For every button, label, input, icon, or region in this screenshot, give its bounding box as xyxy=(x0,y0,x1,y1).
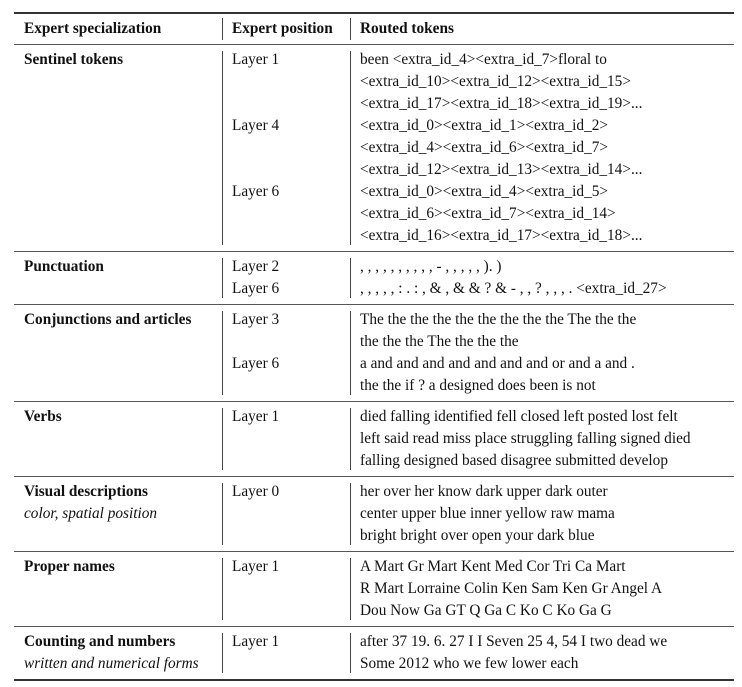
specialization-subtitle: written and numerical forms xyxy=(24,655,199,672)
specialization-cell: Punctuation xyxy=(14,252,222,304)
expert-layer-label: Layer 1 xyxy=(232,408,280,425)
routed-token-line: <extra_id_0><extra_id_1><extra_id_2> xyxy=(360,117,609,134)
expert-layer-label: Layer 6 xyxy=(232,183,280,200)
routed-tokens-cell: died falling identified fell closed left… xyxy=(350,402,734,476)
routed-token-line: R Mart Lorraine Colin Ken Sam Ken Gr Ang… xyxy=(360,580,663,597)
specialization-cell: Conjunctions and articles xyxy=(14,305,222,401)
routed-tokens-cell: her over her know dark upper dark outer c… xyxy=(350,477,734,551)
header-expert-specialization: Expert specialization xyxy=(24,20,162,37)
routed-token-line: <extra_id_4><extra_id_6><extra_id_7> xyxy=(360,139,609,156)
routed-token-line: <extra_id_17><extra_id_18><extra_id_19>.… xyxy=(360,95,643,112)
routed-tokens-cell: , , , , , , , , , , - , , , , , ). ) , , … xyxy=(350,252,734,304)
routed-token-line: left said read miss place struggling fal… xyxy=(360,430,691,447)
table-row: Sentinel tokens Layer 1 Layer 4 Layer 6 been… xyxy=(14,45,734,252)
table-row: Conjunctions and articles Layer 3 Layer 6 T… xyxy=(14,305,734,402)
routed-token-line: Some 2012 who we few lower each xyxy=(360,655,579,672)
routed-token-line: , , , , , : . : , & , & & ? & - , , ? , … xyxy=(360,280,667,297)
expert-position-cell: Layer 1 xyxy=(222,552,350,626)
header-expert-position: Expert position xyxy=(222,14,350,44)
specialization-cell: Sentinel tokens xyxy=(14,45,222,251)
expert-layer-label: Layer 1 xyxy=(232,633,280,650)
routed-token-line: A Mart Gr Mart Kent Med Cor Tri Ca Mart xyxy=(360,558,626,575)
specialization-title: Counting and numbers xyxy=(24,633,176,650)
table-row: Visual descriptions color, spatial positi… xyxy=(14,477,734,552)
specialization-title: Verbs xyxy=(24,408,62,425)
expert-specialization-table: Expert specialization Expert position Ro… xyxy=(14,12,734,681)
table-header-row: Expert specialization Expert position Ro… xyxy=(14,14,734,45)
routed-tokens-cell: The the the the the the the the the The … xyxy=(350,305,734,401)
expert-layer-label: Layer 0 xyxy=(232,483,280,500)
expert-layer-label: Layer 1 xyxy=(232,51,280,68)
expert-layer-label: Layer 2 xyxy=(232,258,280,275)
routed-token-line: <extra_id_16><extra_id_17><extra_id_18>.… xyxy=(360,227,643,244)
routed-token-line: , , , , , , , , , , - , , , , , ). ) xyxy=(360,258,502,275)
specialization-title: Sentinel tokens xyxy=(24,51,124,68)
specialization-title: Punctuation xyxy=(24,258,104,275)
routed-token-line: the the if ? a designed does been is not xyxy=(360,377,596,394)
routed-tokens-cell: been <extra_id_4><extra_id_7>floral to <e… xyxy=(350,45,734,251)
expert-layer-label: Layer 6 xyxy=(232,355,280,372)
table-row: Punctuation Layer 2 Layer 6 , , , , , , , ,… xyxy=(14,252,734,305)
expert-position-cell: Layer 1 xyxy=(222,627,350,679)
routed-token-line: <extra_id_0><extra_id_4><extra_id_5> xyxy=(360,183,609,200)
expert-position-cell: Layer 2 Layer 6 xyxy=(222,252,350,304)
specialization-title: Conjunctions and articles xyxy=(24,311,192,328)
table-body: Sentinel tokens Layer 1 Layer 4 Layer 6 been… xyxy=(14,45,734,679)
routed-token-line: the the the The the the the xyxy=(360,333,519,350)
expert-layer-label: Layer 1 xyxy=(232,558,280,575)
routed-token-line: <extra_id_6><extra_id_7><extra_id_14> xyxy=(360,205,616,222)
routed-token-line: her over her know dark upper dark outer xyxy=(360,483,608,500)
routed-token-line: The the the the the the the the the The … xyxy=(360,311,637,328)
table-row: Counting and numbers written and numerica… xyxy=(14,627,734,679)
expert-position-cell: Layer 1 Layer 4 Layer 6 xyxy=(222,45,350,251)
specialization-cell: Counting and numbers written and numerica… xyxy=(14,627,222,679)
specialization-title: Visual descriptions xyxy=(24,483,148,500)
routed-token-line: bright bright over open your dark blue xyxy=(360,527,595,544)
expert-layer-label: Layer 4 xyxy=(232,117,280,134)
specialization-cell: Visual descriptions color, spatial positi… xyxy=(14,477,222,551)
routed-token-line: after 37 19. 6. 27 I I Seven 25 4, 54 I … xyxy=(360,633,668,650)
routed-token-line: Dou Now Ga GT Q Ga C Ko C Ko Ga G xyxy=(360,602,612,619)
specialization-subtitle: color, spatial position xyxy=(24,505,158,522)
table-row: Proper names Layer 1 A Mart Gr Mart Kent M… xyxy=(14,552,734,627)
routed-token-line: center upper blue inner yellow raw mama xyxy=(360,505,615,522)
specialization-cell: Proper names xyxy=(14,552,222,626)
routed-token-line: falling designed based disagree submitte… xyxy=(360,452,668,469)
expert-layer-label: Layer 3 xyxy=(232,311,280,328)
routed-token-line: <extra_id_10><extra_id_12><extra_id_15> xyxy=(360,73,631,90)
routed-token-line: died falling identified fell closed left… xyxy=(360,408,678,425)
routed-token-line: been <extra_id_4><extra_id_7>floral to xyxy=(360,51,607,68)
routed-tokens-cell: after 37 19. 6. 27 I I Seven 25 4, 54 I … xyxy=(350,627,734,679)
routed-token-line: <extra_id_12><extra_id_13><extra_id_14>.… xyxy=(360,161,643,178)
specialization-cell: Verbs xyxy=(14,402,222,476)
expert-layer-label: Layer 6 xyxy=(232,280,280,297)
expert-position-cell: Layer 0 xyxy=(222,477,350,551)
specialization-title: Proper names xyxy=(24,558,115,575)
routed-tokens-cell: A Mart Gr Mart Kent Med Cor Tri Ca Mart R… xyxy=(350,552,734,626)
expert-position-cell: Layer 3 Layer 6 xyxy=(222,305,350,401)
routed-token-line: a and and and and and and and or and a a… xyxy=(360,355,635,372)
header-routed-tokens: Routed tokens xyxy=(350,14,734,44)
table-row: Verbs Layer 1 died falling identified fell… xyxy=(14,402,734,477)
expert-position-cell: Layer 1 xyxy=(222,402,350,476)
